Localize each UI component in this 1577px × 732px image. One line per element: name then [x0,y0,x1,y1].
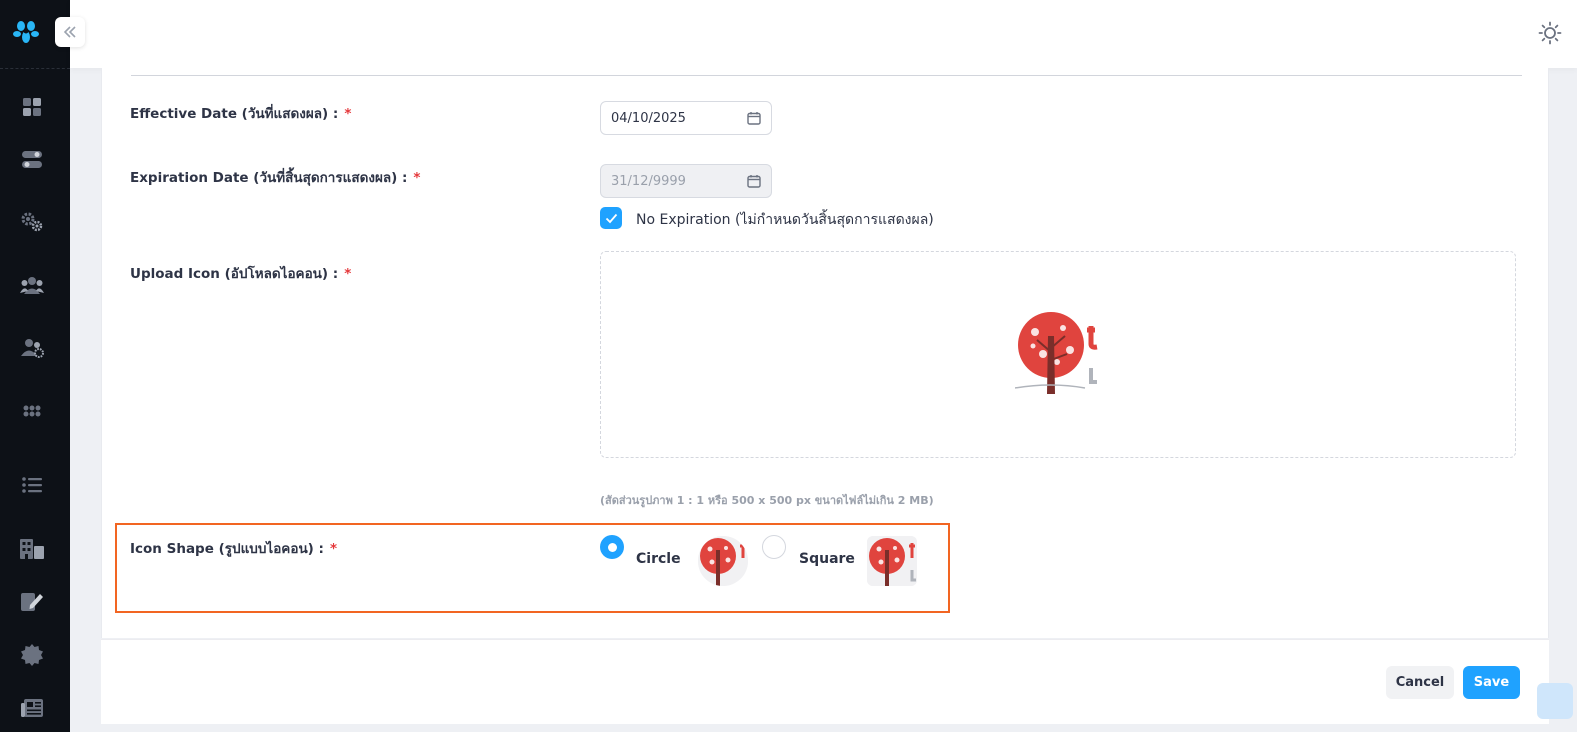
sidebar-divider [0,68,70,69]
sidebar-item-gear-badge[interactable] [20,643,44,667]
sidebar-item-building[interactable] [20,537,44,561]
gear-badge-icon [21,644,43,666]
no-expiration-checkbox[interactable] [600,207,622,229]
sidebar-item-users[interactable] [20,273,44,297]
list-icon [22,477,42,493]
icon-shape-circle-radio[interactable] [600,535,624,559]
calendar-icon[interactable] [747,111,761,125]
edit-document-icon [21,593,43,611]
sidebar-item-news[interactable] [20,696,44,720]
effective-date-value: 04/10/2025 [611,110,686,126]
sidebar-item-edit[interactable] [20,590,44,614]
sidebar-item-user-group[interactable] [20,336,44,360]
logo-thumbnail-icon [698,536,748,586]
upload-icon-label-text: Upload Icon (อัปโหลดไอคอน) : [130,266,339,282]
sun-icon[interactable] [1538,21,1562,45]
sidebar-item-settings[interactable] [20,210,44,234]
expiration-date-label: Expiration Date (วันที่สิ้นสุดการแสดงผล)… [130,166,420,188]
collapse-sidebar-button[interactable] [55,17,85,47]
icon-shape-label-text: Icon Shape (รูปแบบไอคอน) : [130,541,324,557]
required-mark: * [344,266,352,282]
icon-shape-label: Icon Shape (รูปแบบไอคอน) : * [130,537,337,559]
sidebar-item-list[interactable] [20,473,44,497]
uploaded-logo-preview [1015,312,1098,394]
effective-date-label-text: Effective Date (วันที่แสดงผล) : [130,106,339,122]
icon-shape-square-radio[interactable] [762,535,786,559]
logo-thumbnail-icon [867,536,917,586]
sidebar-item-toggle[interactable] [20,148,44,172]
circle-shape-preview [698,536,748,586]
top-bar [70,0,1577,68]
icon-shape-square-label[interactable]: Square [799,551,855,567]
users-icon [20,277,44,294]
upload-icon-label: Upload Icon (อัปโหลดไอคอน) : * [130,262,351,284]
settings-icon [21,212,43,232]
checkmark-icon [605,213,617,223]
toggle-icon [22,151,42,168]
newspaper-icon [21,699,43,717]
square-shape-preview [867,536,917,586]
app-logo-icon[interactable] [13,20,39,44]
required-mark: * [344,106,352,122]
section-divider [131,75,1522,76]
building-icon [20,539,44,559]
expiration-date-value: 31/12/9999 [611,173,686,189]
sidebar-item-apps[interactable] [20,399,44,423]
form-footer [101,639,1549,724]
user-group-icon [21,339,44,358]
upload-dropzone[interactable] [600,251,1516,458]
apps-grid-icon [23,405,41,417]
upload-hint-text: (สัดส่วนรูปภาพ 1 : 1 หรือ 500 x 500 px ข… [600,494,934,507]
expiration-date-label-text: Expiration Date (วันที่สิ้นสุดการแสดงผล)… [130,170,408,186]
calendar-icon[interactable] [747,174,761,188]
scroll-to-top-button[interactable] [1537,683,1573,719]
effective-date-input[interactable]: 04/10/2025 [600,101,772,135]
dashboard-icon [23,98,41,116]
cancel-button[interactable]: Cancel [1386,666,1454,699]
required-mark: * [413,170,421,186]
sidebar [0,0,70,732]
expiration-date-input[interactable]: 31/12/9999 [600,164,772,198]
save-button[interactable]: Save [1463,666,1520,699]
effective-date-label: Effective Date (วันที่แสดงผล) : * [130,102,351,124]
required-mark: * [329,541,337,557]
double-chevron-left-icon [63,26,76,38]
icon-shape-circle-label[interactable]: Circle [636,551,681,567]
sidebar-item-dashboard[interactable] [20,95,44,119]
no-expiration-label[interactable]: No Expiration (ไม่กำหนดวันสิ้นสุดการแสดง… [636,209,934,231]
